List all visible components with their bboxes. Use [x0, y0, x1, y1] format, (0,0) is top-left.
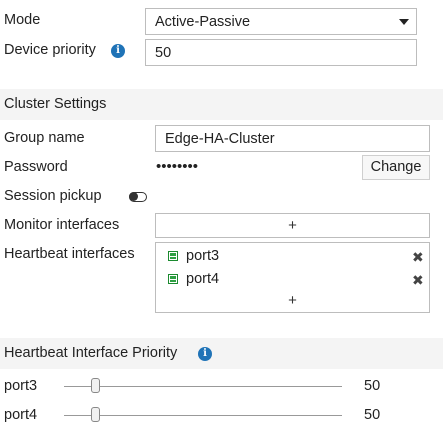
password-label: Password [4, 159, 68, 175]
session-pickup-label: Session pickup [4, 188, 102, 204]
priority-value: 50 [364, 407, 381, 423]
group-name-value: Edge-HA-Cluster [165, 130, 275, 147]
group-name-input[interactable]: Edge-HA-Cluster [155, 125, 430, 152]
mode-select[interactable]: Active-Passive [145, 8, 417, 35]
mode-label: Mode [4, 12, 41, 28]
device-priority-input[interactable]: 50 [145, 39, 417, 66]
heartbeat-interfaces-add[interactable]: + [156, 292, 429, 309]
close-icon[interactable]: ✖ [412, 272, 424, 289]
priority-slider-thumb[interactable] [91, 407, 100, 422]
port-icon [168, 251, 178, 261]
monitor-interfaces-add[interactable]: + [155, 213, 430, 238]
close-icon[interactable]: ✖ [412, 249, 424, 266]
heartbeat-item-label: port4 [186, 271, 220, 287]
device-priority-value: 50 [155, 44, 172, 61]
session-pickup-toggle[interactable] [129, 192, 147, 202]
port-icon [168, 274, 178, 284]
heartbeat-item: port4 ✖ [166, 270, 428, 290]
heartbeat-item-label: port3 [186, 248, 220, 264]
change-password-button[interactable]: Change [362, 155, 430, 180]
priority-port-label: port3 [4, 378, 38, 394]
priority-slider-track[interactable] [64, 386, 342, 387]
device-priority-label: Device priority [4, 42, 96, 58]
mode-value: Active-Passive [155, 13, 251, 30]
password-mask: •••••••• [156, 158, 199, 175]
heartbeat-interfaces-label: Heartbeat interfaces [4, 246, 135, 262]
cluster-settings-title: Cluster Settings [4, 96, 107, 112]
priority-slider-thumb[interactable] [91, 378, 100, 393]
priority-slider-track[interactable] [64, 415, 342, 416]
info-icon[interactable]: i [198, 347, 212, 361]
heartbeat-interfaces-box: port3 ✖ port4 ✖ + [155, 242, 430, 313]
priority-value: 50 [364, 378, 381, 394]
group-name-label: Group name [4, 130, 85, 146]
priority-port-label: port4 [4, 407, 38, 423]
caret-down-icon [399, 19, 409, 25]
heartbeat-item: port3 ✖ [166, 247, 428, 267]
info-icon[interactable]: i [111, 44, 125, 58]
heartbeat-priority-title: Heartbeat Interface Priority [4, 345, 178, 361]
monitor-interfaces-label: Monitor interfaces [4, 217, 120, 233]
